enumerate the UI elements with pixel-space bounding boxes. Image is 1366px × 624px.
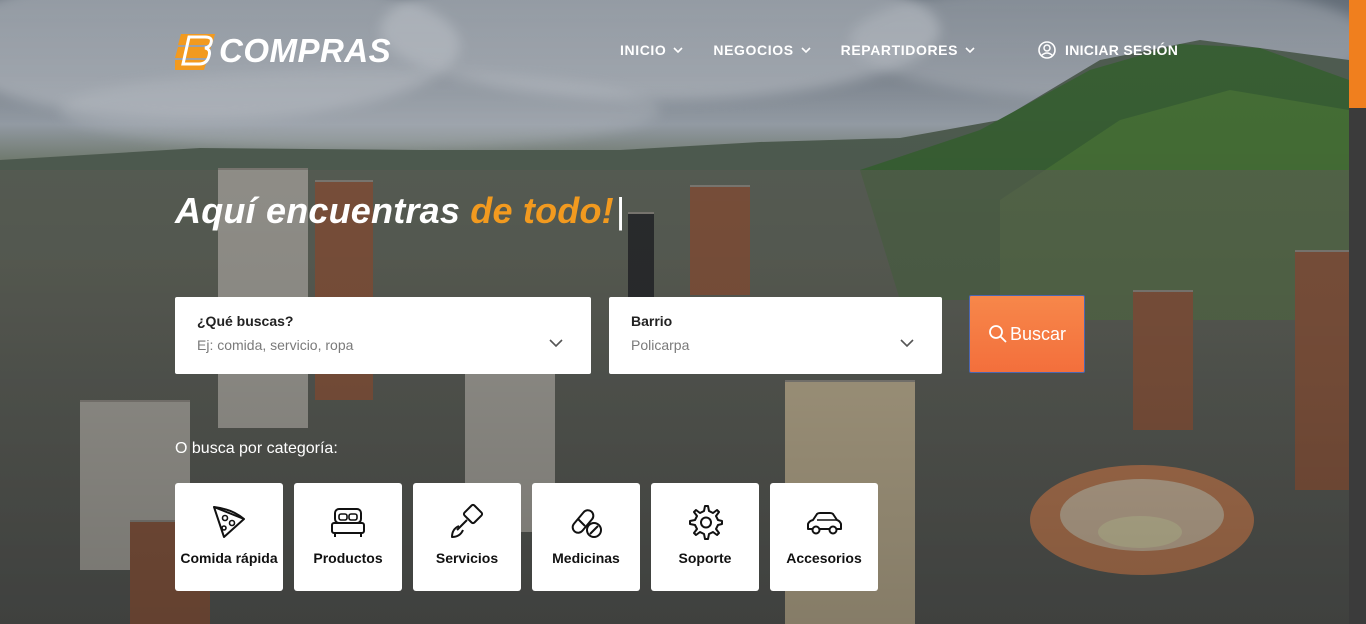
nav-item-repartidores[interactable]: REPARTIDORES [841,42,975,58]
headline-main: Aquí encuentras [175,190,471,231]
search-icon [989,325,1007,343]
pizza-icon [210,503,248,541]
category-label: Comida rápida [180,550,278,566]
what-search-label: ¿Qué buscas? [197,313,294,329]
chevron-down-icon [673,47,683,54]
barrio-select[interactable]: Barrio Policarpa [609,297,942,374]
login-link[interactable]: INICIAR SESIÓN [1038,41,1178,59]
category-label: Accesorios [786,550,862,566]
gear-icon [686,503,724,541]
chevron-down-icon [900,339,914,348]
category-medicinas[interactable]: Medicinas [532,483,640,591]
pills-icon [567,503,605,541]
category-comida-rapida[interactable]: Comida rápida [175,483,283,591]
nav-item-label: INICIO [620,42,667,58]
brand-logo[interactable]: COMPRAS [173,30,392,72]
chevron-down-icon [965,47,975,54]
category-label: Soporte [678,550,732,566]
nav-item-negocios[interactable]: NEGOCIOS [713,42,811,58]
headline-accent: de todo! [470,190,614,231]
chevron-down-icon [549,339,563,348]
nav-item-inicio[interactable]: INICIO [620,42,683,58]
login-label: INICIAR SESIÓN [1065,42,1179,58]
category-servicios[interactable]: Servicios [413,483,521,591]
user-circle-icon [1038,41,1056,59]
category-soporte[interactable]: Soporte [651,483,759,591]
search-button[interactable]: Buscar [969,295,1085,373]
search-button-label: Buscar [1009,323,1067,344]
barrio-label: Barrio [631,313,673,329]
category-productos[interactable]: Productos [294,483,402,591]
typing-cursor: | [615,190,626,231]
category-label: Servicios [435,550,499,566]
hero-headline: Aquí encuentras de todo!| [175,190,625,232]
categories-title: O busca por categoría: [175,440,338,457]
bed-icon [329,503,367,541]
main-nav: INICIO NEGOCIOS REPARTIDORES [620,42,1005,58]
b-logo-icon [173,31,221,71]
chevron-down-icon [801,47,811,54]
paint-brush-icon [448,503,486,541]
what-search-select[interactable]: ¿Qué buscas? Ej: comida, servicio, ropa [175,297,591,374]
category-label: Medicinas [552,550,620,566]
car-icon [805,503,843,541]
category-list: Comida rápida Productos Servicios Medici… [175,483,889,591]
page-scrollbar[interactable] [1349,0,1366,624]
scrollbar-thumb[interactable] [1349,0,1366,108]
nav-item-label: NEGOCIOS [713,42,794,58]
what-search-placeholder: Ej: comida, servicio, ropa [197,337,354,353]
category-label: Productos [313,550,383,566]
nav-item-label: REPARTIDORES [840,42,959,58]
brand-name: COMPRAS [219,32,392,69]
barrio-value: Policarpa [631,337,690,353]
category-accesorios[interactable]: Accesorios [770,483,878,591]
